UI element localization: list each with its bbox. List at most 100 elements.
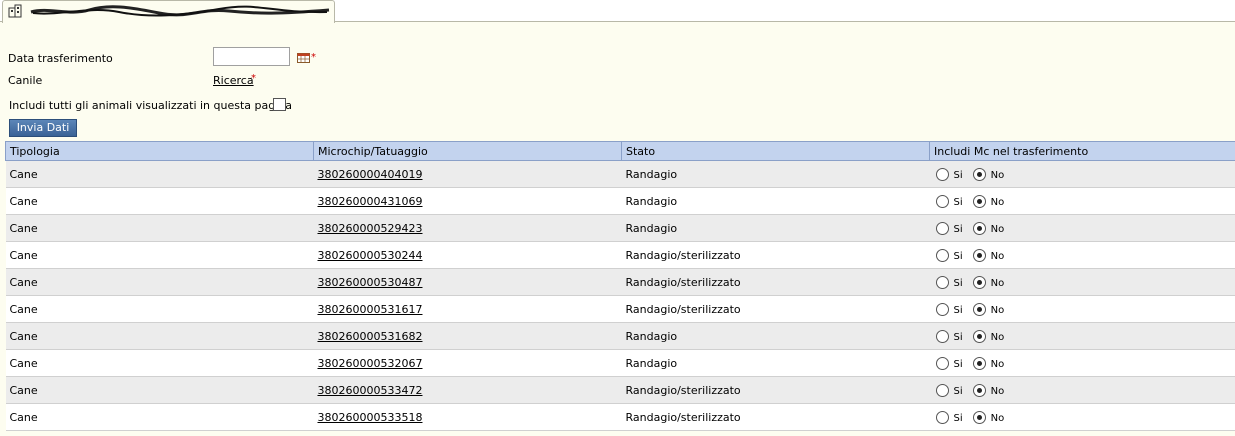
cell-stato: Randagio <box>621 214 930 242</box>
microchip-link[interactable]: 380260000533518 <box>318 411 423 424</box>
cell-tipologia: Cane <box>5 187 314 215</box>
cell-includi: Si No <box>929 187 1235 215</box>
table-row: Cane 380260000404019 Randagio Si No <box>5 160 1235 188</box>
cell-stato: Randagio/sterilizzato <box>621 403 930 431</box>
radio-si-label: Si <box>953 358 963 370</box>
radio-no-label: No <box>990 250 1005 262</box>
radio-si[interactable] <box>935 275 949 289</box>
radio-si[interactable] <box>935 221 949 235</box>
radio-si[interactable] <box>935 410 949 424</box>
includi-tutti-checkbox[interactable] <box>273 98 286 111</box>
cell-tipologia: Cane <box>5 403 314 431</box>
cell-tipologia: Cane <box>5 295 314 323</box>
radio-no-label: No <box>990 304 1005 316</box>
animals-table: Tipologia Microchip/Tatuaggio Stato Incl… <box>5 141 1235 431</box>
redacted-tab-title <box>30 5 330 17</box>
header-tipologia: Tipologia <box>5 141 314 161</box>
radio-si[interactable] <box>935 329 949 343</box>
microchip-link[interactable]: 380260000530487 <box>318 276 423 289</box>
radio-no[interactable] <box>972 302 986 316</box>
radio-si[interactable] <box>935 194 949 208</box>
table-row: Cane 380260000532067 Randagio Si No <box>5 349 1235 377</box>
required-mark: * <box>251 73 256 84</box>
cell-tipologia: Cane <box>5 376 314 404</box>
radio-si[interactable] <box>935 248 949 262</box>
radio-no[interactable] <box>972 275 986 289</box>
cell-stato: Randagio/sterilizzato <box>621 268 930 296</box>
radio-si[interactable] <box>935 356 949 370</box>
radio-si[interactable] <box>935 302 949 316</box>
radio-no-label: No <box>990 196 1005 208</box>
cell-tipologia: Cane <box>5 214 314 242</box>
radio-no-label: No <box>990 169 1005 181</box>
data-trasferimento-input[interactable] <box>213 47 290 66</box>
cell-tipologia: Cane <box>5 349 314 377</box>
table-row: Cane 380260000530487 Randagio/sterilizzato… <box>5 268 1235 296</box>
cell-includi: Si No <box>929 241 1235 269</box>
radio-si-label: Si <box>953 250 963 262</box>
cell-includi: Si No <box>929 268 1235 296</box>
radio-si[interactable] <box>935 383 949 397</box>
header-includi: Includi Mc nel trasferimento <box>929 141 1235 161</box>
table-header-row: Tipologia Microchip/Tatuaggio Stato Incl… <box>5 141 1235 161</box>
table-row: Cane 380260000431069 Randagio Si No <box>5 187 1235 215</box>
cell-microchip: 380260000531682 <box>313 322 622 350</box>
cell-microchip: 380260000530487 <box>313 268 622 296</box>
radio-no-label: No <box>990 223 1005 235</box>
radio-no[interactable] <box>972 221 986 235</box>
cell-tipologia: Cane <box>5 160 314 188</box>
radio-no[interactable] <box>972 248 986 262</box>
microchip-link[interactable]: 380260000431069 <box>318 195 423 208</box>
table-row: Cane 380260000530244 Randagio/sterilizzato… <box>5 241 1235 269</box>
cell-stato: Randagio/sterilizzato <box>621 295 930 323</box>
cell-stato: Randagio/sterilizzato <box>621 241 930 269</box>
cell-stato: Randagio <box>621 160 930 188</box>
cell-microchip: 380260000529423 <box>313 214 622 242</box>
cell-includi: Si No <box>929 214 1235 242</box>
calendar-icon[interactable] <box>297 53 310 63</box>
tab-active[interactable] <box>2 0 335 23</box>
microchip-link[interactable]: 380260000533472 <box>318 384 423 397</box>
microchip-link[interactable]: 380260000531617 <box>318 303 423 316</box>
header-stato: Stato <box>621 141 930 161</box>
data-trasferimento-label: Data trasferimento <box>8 52 113 65</box>
cell-includi: Si No <box>929 403 1235 431</box>
microchip-link[interactable]: 380260000531682 <box>318 330 423 343</box>
cell-microchip: 380260000531617 <box>313 295 622 323</box>
table-row: Cane 380260000531682 Randagio Si No <box>5 322 1235 350</box>
cell-microchip: 380260000533472 <box>313 376 622 404</box>
radio-no[interactable] <box>972 194 986 208</box>
microchip-link[interactable]: 380260000530244 <box>318 249 423 262</box>
radio-no-label: No <box>990 277 1005 289</box>
radio-no[interactable] <box>972 329 986 343</box>
includi-tutti-label: Includi tutti gli animali visualizzati i… <box>9 99 292 112</box>
table-row: Cane 380260000531617 Randagio/sterilizzato… <box>5 295 1235 323</box>
table-row: Cane 380260000533472 Randagio/sterilizzato… <box>5 376 1235 404</box>
radio-si-label: Si <box>953 304 963 316</box>
microchip-link[interactable]: 380260000404019 <box>318 168 423 181</box>
microchip-link[interactable]: 380260000532067 <box>318 357 423 370</box>
cell-microchip: 380260000533518 <box>313 403 622 431</box>
microchip-link[interactable]: 380260000529423 <box>318 222 423 235</box>
radio-no-label: No <box>990 358 1005 370</box>
cell-microchip: 380260000431069 <box>313 187 622 215</box>
header-microchip: Microchip/Tatuaggio <box>313 141 622 161</box>
cell-stato: Randagio <box>621 349 930 377</box>
radio-no[interactable] <box>972 410 986 424</box>
radio-si-label: Si <box>953 385 963 397</box>
radio-si-label: Si <box>953 277 963 289</box>
radio-no-label: No <box>990 412 1005 424</box>
cell-includi: Si No <box>929 295 1235 323</box>
cell-includi: Si No <box>929 160 1235 188</box>
radio-no[interactable] <box>972 356 986 370</box>
cell-tipologia: Cane <box>5 241 314 269</box>
ricerca-link[interactable]: Ricerca <box>213 74 254 87</box>
required-mark: * <box>311 52 316 63</box>
invia-dati-button[interactable]: Invia Dati <box>9 119 77 137</box>
radio-no-label: No <box>990 385 1005 397</box>
radio-si[interactable] <box>935 167 949 181</box>
cell-tipologia: Cane <box>5 322 314 350</box>
radio-no[interactable] <box>972 383 986 397</box>
radio-si-label: Si <box>953 331 963 343</box>
radio-no[interactable] <box>972 167 986 181</box>
